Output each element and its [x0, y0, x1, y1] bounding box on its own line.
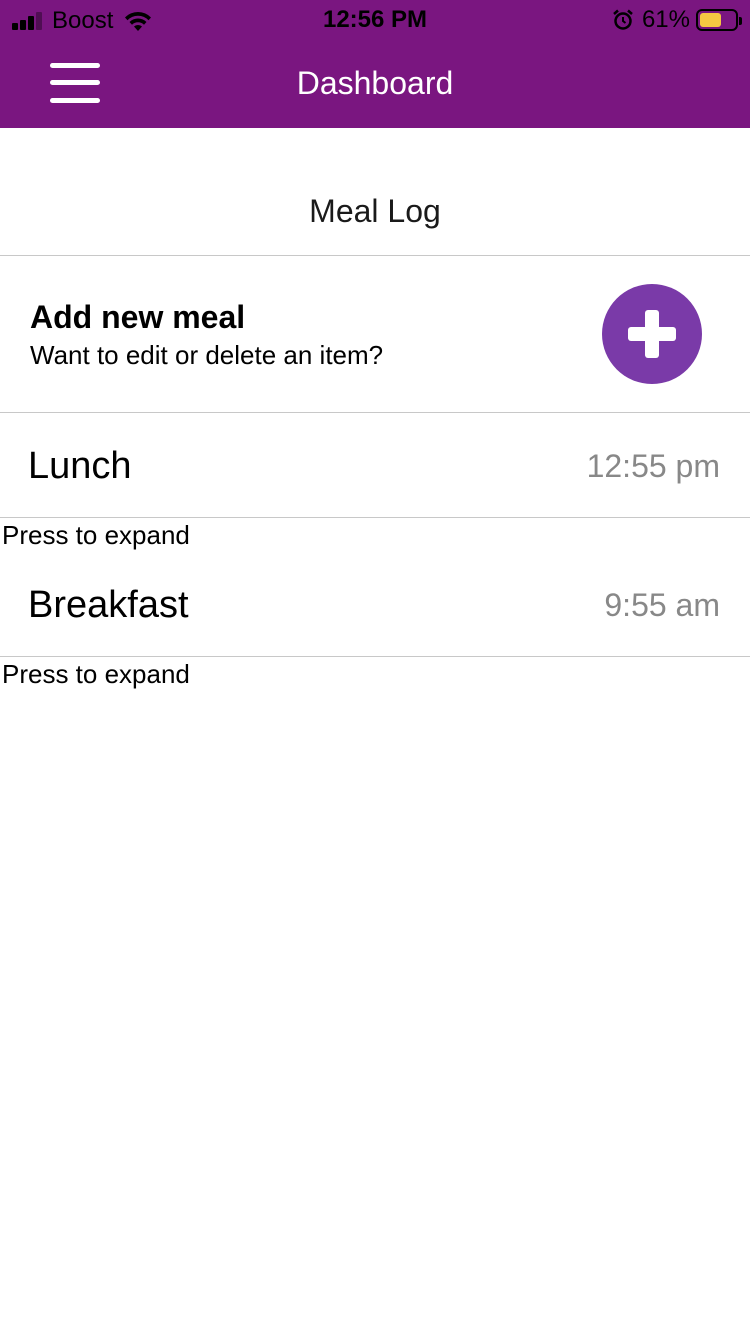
add-meal-button[interactable] — [602, 284, 702, 384]
page-title: Dashboard — [296, 65, 454, 101]
battery-level — [700, 13, 721, 27]
status-right: 61% — [612, 6, 742, 34]
expand-hint[interactable]: Press to expand — [2, 518, 190, 552]
plus-icon — [628, 327, 676, 341]
meal-name: Lunch — [28, 445, 132, 487]
meal-time: 12:55 pm — [586, 448, 720, 484]
add-meal-title: Add new meal — [30, 299, 246, 335]
meal-time: 9:55 am — [604, 587, 720, 623]
battery-icon — [696, 9, 742, 31]
section-title: Meal Log — [309, 193, 441, 229]
meal-row-lunch[interactable]: Lunch 12:55 pm — [0, 413, 750, 517]
status-bar: Boost 12:56 PM 61% — [0, 0, 750, 40]
app-header: Dashboard — [0, 40, 750, 128]
expand-hint[interactable]: Press to expand — [2, 657, 190, 691]
meal-name: Breakfast — [28, 584, 189, 626]
alarm-icon — [613, 9, 633, 30]
divider — [0, 255, 750, 256]
add-meal-subtitle: Want to edit or delete an item? — [30, 340, 384, 370]
meal-row-breakfast[interactable]: Breakfast 9:55 am — [0, 552, 750, 656]
battery-percent: 61% — [641, 6, 690, 33]
battery-tip — [739, 17, 742, 25]
